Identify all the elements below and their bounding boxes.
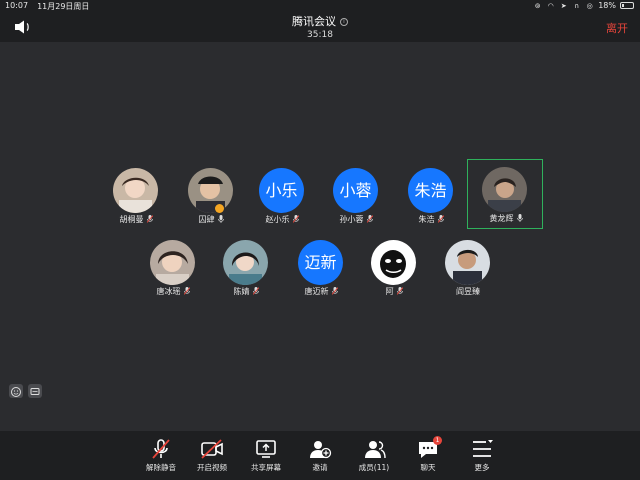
avatar [113,168,158,213]
mic-muted-icon [146,215,153,223]
participant-tile[interactable]: 阿 [356,232,432,302]
participant-name: 阿 [385,287,394,296]
avatar [445,240,490,285]
camera-off-icon [201,439,223,459]
participant-tile[interactable]: 陈婧 [208,232,284,302]
avatar [223,240,268,285]
invite-icon [310,441,332,459]
participant-name: 阎昱臻 [456,287,480,296]
avatar [371,240,416,285]
mic-muted-icon [396,287,403,295]
avatar: 朱浩 [408,168,453,213]
mic-muted-icon [292,215,299,223]
participant-name: 朱浩 [418,215,435,224]
participant-tile[interactable]: 阎昱臻 [430,232,506,302]
share-screen-icon [256,440,276,458]
start-video-label: 开启视频 [197,463,227,472]
avatar [188,168,233,213]
chat-button[interactable]: 1 聊天 [404,434,452,478]
invite-button[interactable]: 邀请 [296,434,344,478]
avatar: 迈新 [298,240,343,285]
participant-name: 胡桐曼 [119,215,144,224]
participant-name: 赵小乐 [265,215,290,224]
participant-name: 黄龙辉 [489,214,514,223]
avatar: 小乐 [259,168,304,213]
participant-tile[interactable]: 胡桐曼 [98,160,174,230]
members-label: 成员(11) [358,463,390,472]
participant-name: 唐冰瑶 [156,287,181,296]
participant-tile[interactable]: 囚肆 [173,160,249,230]
participant-tile[interactable]: 朱浩 朱浩 [393,160,469,230]
participant-name: 囚肆 [198,215,215,224]
unmute-button[interactable]: 解除静音 [137,434,185,478]
participant-tile[interactable]: 小蓉 孙小蓉 [318,160,394,230]
chat-label: 聊天 [420,463,436,472]
avatar [150,240,195,285]
members-icon [365,441,386,459]
avatar [482,167,527,212]
participant-tile[interactable]: 唐冰瑶 [135,232,211,302]
participant-tile[interactable]: 小乐 赵小乐 [244,160,320,230]
participant-name: 唐迈新 [304,287,329,296]
participant-name: 孙小蓉 [339,215,364,224]
share-screen-button[interactable]: 共享屏幕 [242,434,290,478]
participant-tile-active-speaker[interactable]: 黄龙辉 [467,159,543,229]
host-badge-icon [215,204,224,213]
mic-muted-icon [331,287,338,295]
mic-muted-icon [152,439,170,459]
bottom-toolbar: 解除静音 开启视频 共享屏幕 邀请 成员(11) 1 聊天 更多 [0,431,640,480]
unread-badge: 1 [433,436,442,445]
invite-label: 邀请 [312,463,328,472]
mic-icon [516,214,523,222]
emoji-icon [11,387,21,397]
chat-bubble-icon [30,388,40,395]
more-label: 更多 [474,463,490,472]
mic-muted-icon [366,215,373,223]
participant-grid: 胡桐曼 囚肆 小乐 赵小乐 小蓉 孙小蓉 朱浩 朱浩 黄龙辉 唐冰瑶 陈婧 迈新… [0,0,640,480]
unmute-label: 解除静音 [146,463,176,472]
mic-muted-icon [437,215,444,223]
emoji-button[interactable] [9,384,23,398]
members-button[interactable]: 成员(11) [350,434,398,478]
more-icon [473,440,493,457]
mic-muted-icon [252,287,259,295]
start-video-button[interactable]: 开启视频 [188,434,236,478]
mic-muted-icon [183,287,190,295]
more-button[interactable]: 更多 [458,434,506,478]
participant-name: 陈婧 [233,287,250,296]
share-screen-label: 共享屏幕 [251,463,281,472]
mic-icon [217,215,224,223]
avatar: 小蓉 [333,168,378,213]
participant-tile[interactable]: 迈新 唐迈新 [283,232,359,302]
danmaku-button[interactable] [28,384,42,398]
